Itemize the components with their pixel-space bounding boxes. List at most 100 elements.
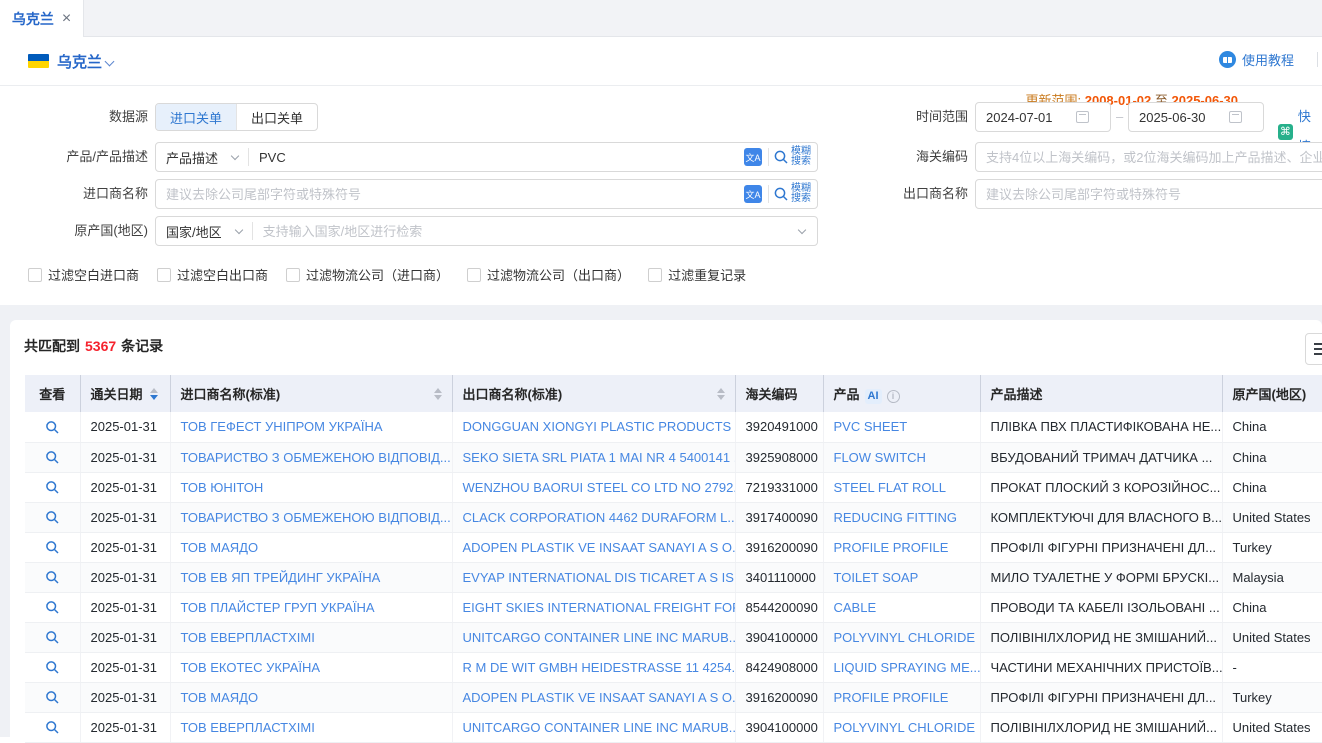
translate-icon[interactable]: 文A: [744, 148, 762, 166]
filter-checkbox[interactable]: 过滤物流公司（出口商）: [467, 265, 630, 284]
origin-type-select[interactable]: 国家/地区: [156, 217, 252, 245]
summary-suffix: 条记录: [121, 338, 163, 354]
tab-export-declarations[interactable]: 出口关单: [236, 104, 317, 130]
fuzzy-search-button[interactable]: 模糊搜索: [769, 184, 817, 204]
view-record-icon[interactable]: [45, 720, 60, 735]
table-row: 2025-01-31 ТОВ ЕВЕРПЛАСТХІМІ UNITCARGO C…: [25, 622, 1322, 652]
col-importer[interactable]: 进口商名称(标准): [170, 375, 452, 412]
col-product: 产品AI: [823, 375, 980, 412]
view-record-icon[interactable]: [45, 450, 60, 465]
view-record-icon[interactable]: [45, 510, 60, 525]
cell-date: 2025-01-31: [80, 532, 170, 562]
col-date[interactable]: 通关日期: [80, 375, 170, 412]
checkbox-icon[interactable]: [286, 268, 300, 282]
cell-description: ПРОФІЛІ ФІГУРНІ ПРИЗНАЧЕНІ ДЛ...: [980, 532, 1222, 562]
exporter-link[interactable]: UNITCARGO CONTAINER LINE INC MARUB...: [463, 630, 736, 645]
date-end-field[interactable]: [1128, 102, 1264, 132]
cell-description: КОМПЛЕКТУЮЧІ ДЛЯ ВЛАСНОГО В...: [980, 502, 1222, 532]
importer-link[interactable]: ТОВ ЕВЕРПЛАСТХІМІ: [181, 630, 315, 645]
exporter-link[interactable]: ADOPEN PLASTIK VE INSAAT SANAYI A S O...: [463, 690, 736, 705]
filter-checkbox-row: 过滤空白进口商 过滤空白出口商 过滤物流公司（进口商） 过滤物流公司（出口商） …: [28, 265, 746, 284]
importer-input[interactable]: [156, 180, 738, 208]
exporter-link[interactable]: SEKO SIETA SRL PIATA 1 MAI NR 4 5400141 …: [463, 450, 736, 465]
exporter-link[interactable]: R M DE WIT GMBH HEIDESTRASSE 11 4254...: [463, 660, 736, 675]
importer-link[interactable]: ТОВ МАЯДО: [181, 540, 259, 555]
product-link[interactable]: REDUCING FITTING: [834, 510, 958, 525]
exporter-link[interactable]: WENZHOU BAORUI STEEL CO LTD NO 2792...: [463, 480, 736, 495]
view-record-icon[interactable]: [45, 420, 60, 435]
exporter-link[interactable]: EVYAP INTERNATIONAL DIS TICARET A S IS..…: [463, 570, 736, 585]
table-settings-button[interactable]: [1305, 333, 1322, 365]
exporter-input[interactable]: [976, 180, 1322, 208]
product-link[interactable]: FLOW SWITCH: [834, 450, 926, 465]
view-record-icon[interactable]: [45, 600, 60, 615]
view-record-icon[interactable]: [45, 480, 60, 495]
calendar-icon[interactable]: [1229, 111, 1242, 123]
sort-icon[interactable]: [434, 388, 442, 400]
exporter-link[interactable]: EIGHT SKIES INTERNATIONAL FREIGHT FOR...: [463, 600, 736, 615]
tutorial-link[interactable]: 使用教程: [1219, 50, 1294, 69]
checkbox-icon[interactable]: [467, 268, 481, 282]
view-record-icon[interactable]: [45, 690, 60, 705]
checkbox-icon[interactable]: [157, 268, 171, 282]
checkbox-icon[interactable]: [648, 268, 662, 282]
product-link[interactable]: PROFILE PROFILE: [834, 690, 949, 705]
origin-label: 原产国(地区): [40, 216, 148, 246]
exporter-link[interactable]: CLACK CORPORATION 4462 DURAFORM L...: [463, 510, 736, 525]
exporter-link[interactable]: ADOPEN PLASTIK VE INSAAT SANAYI A S O...: [463, 540, 736, 555]
cell-hs-code: 8544200090: [735, 592, 823, 622]
info-icon[interactable]: [887, 390, 900, 403]
translate-icon[interactable]: 文A: [744, 185, 762, 203]
filter-checkbox[interactable]: 过滤物流公司（进口商）: [286, 265, 449, 284]
close-icon[interactable]: [62, 11, 71, 27]
filter-checkbox[interactable]: 过滤空白出口商: [157, 265, 268, 284]
view-record-icon[interactable]: [45, 570, 60, 585]
fuzzy-search-button[interactable]: 模糊搜索: [769, 147, 817, 167]
product-search-input[interactable]: [249, 143, 738, 171]
view-record-icon[interactable]: [45, 660, 60, 675]
sort-icon[interactable]: [717, 388, 725, 400]
checkbox-icon[interactable]: [28, 268, 42, 282]
view-record-icon[interactable]: [45, 630, 60, 645]
col-exporter[interactable]: 出口商名称(标准): [452, 375, 735, 412]
importer-link[interactable]: ТОВ ЮНІТОН: [181, 480, 264, 495]
product-link[interactable]: POLYVINYL CHLORIDE: [834, 720, 976, 735]
date-start-field[interactable]: [975, 102, 1111, 132]
view-record-icon[interactable]: [45, 540, 60, 555]
cell-description: ПОЛІВІНІЛХЛОРИД НЕ ЗМІШАНИЙ...: [980, 622, 1222, 652]
product-link[interactable]: PVC SHEET: [834, 419, 908, 434]
checkbox-label: 过滤空白进口商: [48, 265, 139, 284]
tab-import-declarations[interactable]: 进口关单: [156, 104, 236, 130]
sort-icon[interactable]: [150, 388, 158, 400]
date-start-input[interactable]: [976, 110, 1072, 125]
exporter-link[interactable]: UNITCARGO CONTAINER LINE INC MARUB...: [463, 720, 736, 735]
importer-link[interactable]: ТОВАРИСТВО З ОБМЕЖЕНОЮ ВІДПОВІД...: [181, 450, 451, 465]
importer-link[interactable]: ТОВ ГЕФЕСТ УНІПРОМ УКРАЇНА: [181, 419, 383, 434]
chevron-down-icon[interactable]: [105, 57, 115, 67]
importer-link[interactable]: ТОВ ЕВ ЯП ТРЕЙДИНГ УКРАЇНА: [181, 570, 381, 585]
filter-checkbox[interactable]: 过滤重复记录: [648, 265, 746, 284]
hs-code-input[interactable]: [976, 143, 1322, 171]
importer-link[interactable]: ТОВАРИСТВО З ОБМЕЖЕНОЮ ВІДПОВІД...: [181, 510, 451, 525]
tab-ukraine[interactable]: 乌克兰: [0, 0, 84, 37]
importer-link[interactable]: ТОВ МАЯДО: [181, 690, 259, 705]
product-type-select[interactable]: 产品描述: [156, 143, 248, 171]
calendar-icon[interactable]: [1076, 111, 1089, 123]
origin-input[interactable]: [253, 217, 799, 245]
product-link[interactable]: CABLE: [834, 600, 877, 615]
product-link[interactable]: STEEL FLAT ROLL: [834, 480, 946, 495]
cell-origin: Turkey: [1222, 532, 1322, 562]
cell-origin: Turkey: [1222, 682, 1322, 712]
exporter-link[interactable]: DONGGUAN XIONGYI PLASTIC PRODUCTS ...: [463, 419, 736, 434]
importer-link[interactable]: ТОВ ЕВЕРПЛАСТХІМІ: [181, 720, 315, 735]
product-link[interactable]: POLYVINYL CHLORIDE: [834, 630, 976, 645]
search-icon: [773, 186, 790, 203]
product-link[interactable]: PROFILE PROFILE: [834, 540, 949, 555]
importer-link[interactable]: ТОВ ЕКОТЕС УКРАЇНА: [181, 660, 321, 675]
filter-checkbox[interactable]: 过滤空白进口商: [28, 265, 139, 284]
country-selector[interactable]: 乌克兰: [57, 51, 102, 72]
product-link[interactable]: LIQUID SPRAYING ME...: [834, 660, 981, 675]
product-link[interactable]: TOILET SOAP: [834, 570, 919, 585]
date-end-input[interactable]: [1129, 110, 1225, 125]
importer-link[interactable]: ТОВ ПЛАЙСТЕР ГРУП УКРАЇНА: [181, 600, 375, 615]
